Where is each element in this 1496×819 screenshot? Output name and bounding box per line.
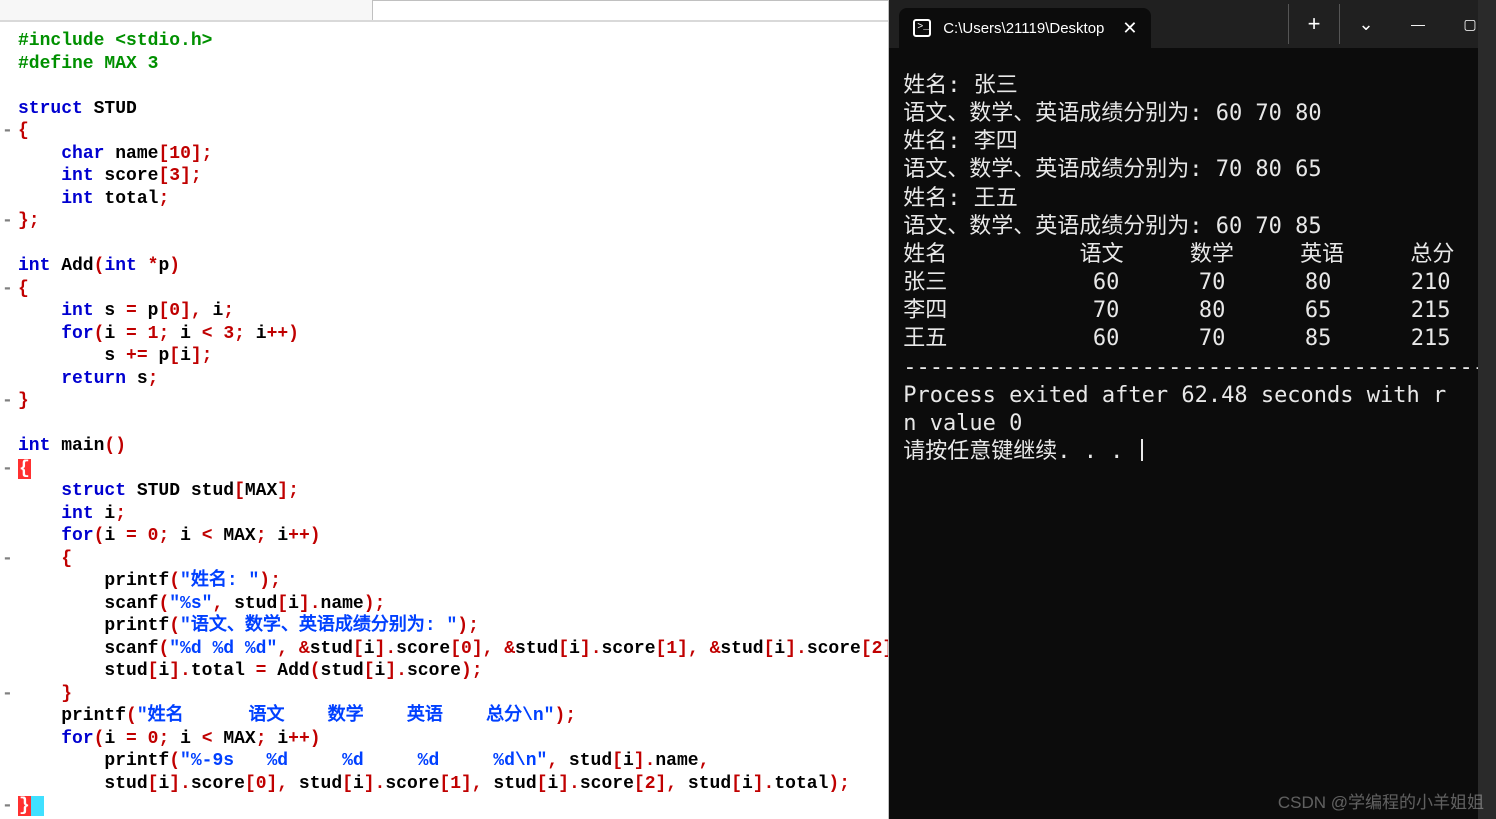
editor-tab-strip bbox=[0, 0, 888, 22]
terminal-line: n value 0 bbox=[903, 410, 1486, 438]
code-line[interactable]: int total; bbox=[18, 188, 888, 211]
code-line[interactable]: #include <stdio.h> bbox=[18, 30, 888, 53]
terminal-line: 张三 60 70 80 210 bbox=[903, 269, 1486, 297]
code-line[interactable]: return s; bbox=[18, 368, 888, 391]
code-line[interactable]: int score[3]; bbox=[18, 165, 888, 188]
code-line[interactable]: printf("语文、数学、英语成绩分别为: "); bbox=[18, 615, 888, 638]
close-icon[interactable]: ✕ bbox=[1122, 18, 1137, 39]
titlebar-controls: + bbox=[1288, 0, 1496, 48]
code-line[interactable]: for(i = 0; i < MAX; i++) bbox=[18, 525, 888, 548]
code-line[interactable]: stud[i].total = Add(stud[i].score); bbox=[18, 660, 888, 683]
terminal-line: 语文、数学、英语成绩分别为: 70 80 65 bbox=[903, 156, 1486, 184]
code-line[interactable] bbox=[18, 75, 888, 98]
code-line[interactable]: for(i = 1; i < 3; i++) bbox=[18, 323, 888, 346]
terminal-scrollbar[interactable] bbox=[1478, 0, 1496, 819]
code-line[interactable]: char name[10]; bbox=[18, 143, 888, 166]
tab-dropdown-button[interactable] bbox=[1340, 4, 1392, 44]
code-line[interactable]: -{ bbox=[18, 278, 888, 301]
terminal-icon bbox=[913, 19, 931, 37]
code-editor-pane[interactable]: #include <stdio.h>#define MAX 3 struct S… bbox=[0, 0, 889, 819]
code-line[interactable]: - { bbox=[18, 548, 888, 571]
terminal-line: 姓名: 王五 bbox=[903, 185, 1486, 213]
code-line[interactable]: int i; bbox=[18, 503, 888, 526]
code-line[interactable]: s += p[i]; bbox=[18, 345, 888, 368]
code-line[interactable]: stud[i].score[0], stud[i].score[1], stud… bbox=[18, 773, 888, 796]
code-line[interactable]: printf("%-9s %d %d %d %d\n", stud[i].nam… bbox=[18, 750, 888, 773]
terminal-tab-title: C:\Users\21119\Desktop bbox=[943, 20, 1104, 37]
minimize-button[interactable] bbox=[1392, 4, 1444, 44]
terminal-line: Process exited after 62.48 seconds with … bbox=[903, 382, 1486, 410]
code-line[interactable]: int s = p[0], i; bbox=[18, 300, 888, 323]
code-line[interactable] bbox=[18, 413, 888, 436]
code-line[interactable]: int main() bbox=[18, 435, 888, 458]
code-line[interactable]: -} bbox=[18, 795, 888, 818]
code-line[interactable]: printf("姓名 语文 数学 英语 总分\n"); bbox=[18, 705, 888, 728]
code-line[interactable]: - } bbox=[18, 683, 888, 706]
terminal-line: 语文、数学、英语成绩分别为: 60 70 80 bbox=[903, 100, 1486, 128]
code-line[interactable]: int Add(int *p) bbox=[18, 255, 888, 278]
new-tab-button[interactable]: + bbox=[1288, 4, 1340, 44]
code-line[interactable]: #define MAX 3 bbox=[18, 53, 888, 76]
code-line[interactable]: -} bbox=[18, 390, 888, 413]
code-line[interactable] bbox=[18, 233, 888, 256]
code-line[interactable]: -{ bbox=[18, 458, 888, 481]
terminal-line: 请按任意键继续. . . bbox=[903, 438, 1486, 466]
code-content[interactable]: #include <stdio.h>#define MAX 3 struct S… bbox=[18, 30, 888, 818]
terminal-titlebar[interactable]: C:\Users\21119\Desktop ✕ + bbox=[889, 0, 1496, 48]
code-line[interactable]: scanf("%d %d %d", &stud[i].score[0], &st… bbox=[18, 638, 888, 661]
terminal-line: 姓名 语文 数学 英语 总分 bbox=[903, 241, 1486, 269]
terminal-cursor bbox=[1141, 439, 1143, 461]
terminal-line: 李四 70 80 65 215 bbox=[903, 297, 1486, 325]
code-line[interactable]: printf("姓名: "); bbox=[18, 570, 888, 593]
terminal-line: 姓名: 李四 bbox=[903, 128, 1486, 156]
code-line[interactable]: -}; bbox=[18, 210, 888, 233]
code-line[interactable]: for(i = 0; i < MAX; i++) bbox=[18, 728, 888, 751]
code-line[interactable]: struct STUD bbox=[18, 98, 888, 121]
terminal-tab[interactable]: C:\Users\21119\Desktop ✕ bbox=[899, 8, 1151, 48]
terminal-window: C:\Users\21119\Desktop ✕ + 姓名: 张三语文、数学、英… bbox=[889, 0, 1496, 819]
code-line[interactable]: scanf("%s", stud[i].name); bbox=[18, 593, 888, 616]
terminal-line: 王五 60 70 85 215 bbox=[903, 325, 1486, 353]
terminal-line: ----------------------------------------… bbox=[903, 354, 1486, 382]
editor-tab[interactable] bbox=[372, 0, 889, 20]
terminal-line: 语文、数学、英语成绩分别为: 60 70 85 bbox=[903, 213, 1486, 241]
terminal-line: 姓名: 张三 bbox=[903, 72, 1486, 100]
code-line[interactable]: -{ bbox=[18, 120, 888, 143]
code-line[interactable]: struct STUD stud[MAX]; bbox=[18, 480, 888, 503]
terminal-output[interactable]: 姓名: 张三语文、数学、英语成绩分别为: 60 70 80姓名: 李四语文、数学… bbox=[889, 48, 1496, 466]
watermark-text: CSDN @学编程的小羊姐姐 bbox=[1278, 788, 1484, 813]
